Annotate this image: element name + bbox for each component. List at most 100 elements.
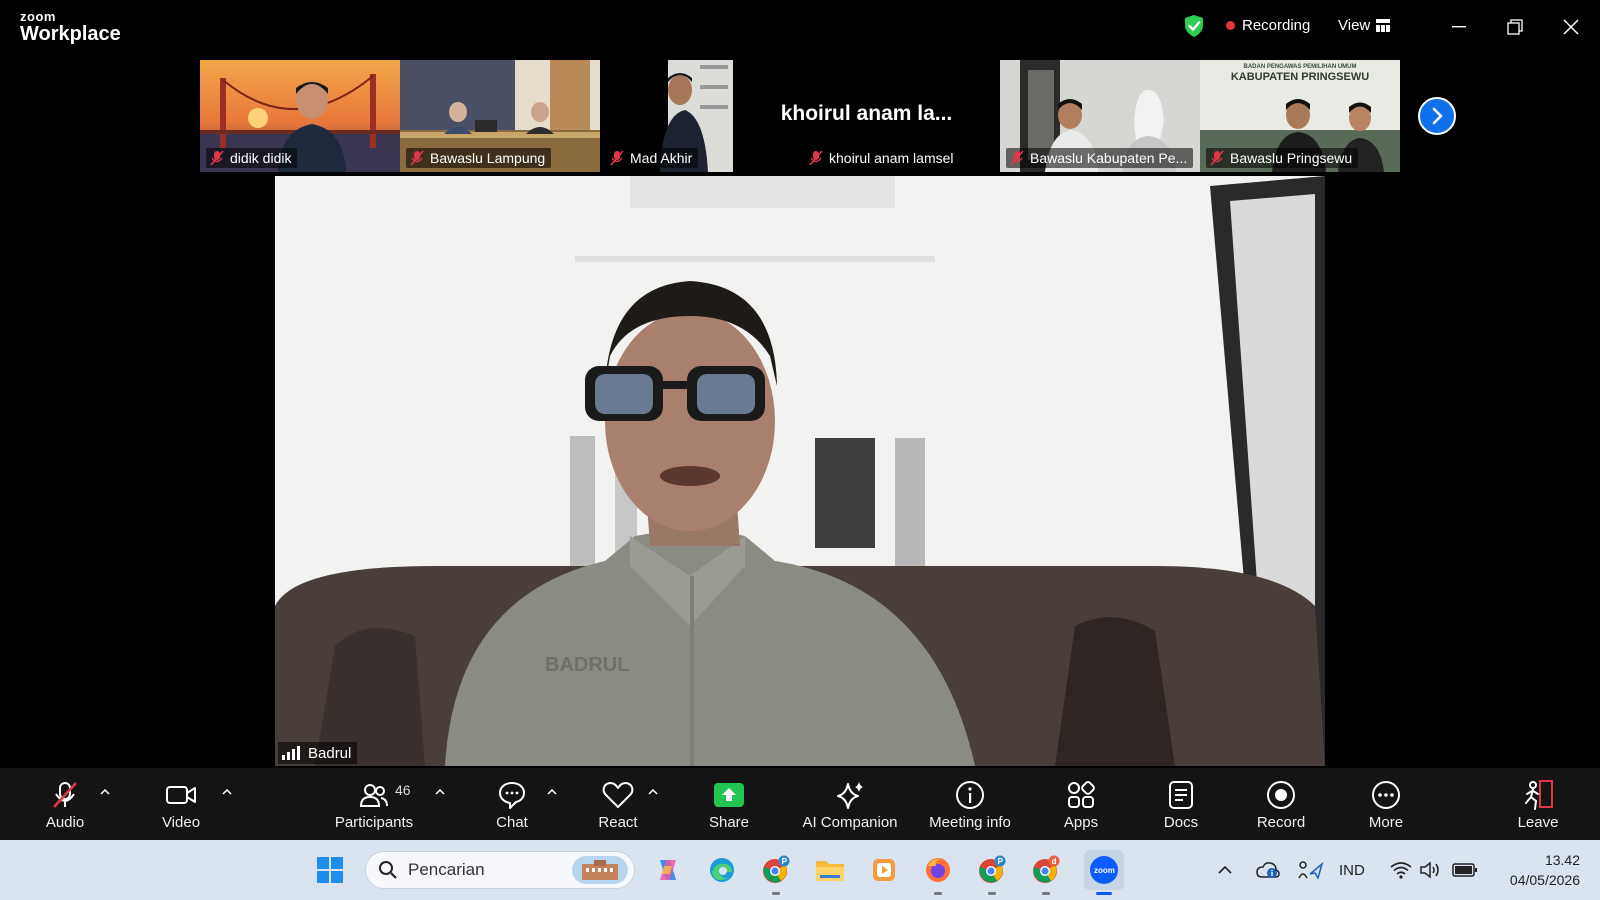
grid-view-icon — [1376, 19, 1391, 32]
copilot-icon[interactable] — [652, 854, 684, 886]
participants-label: Participants — [334, 814, 414, 831]
taskbar-search-box[interactable]: Pencarian — [365, 851, 635, 889]
participant-thumbnail-strip: didik didik Bawaslu Lampung Mad Akhir kh… — [200, 60, 1400, 172]
recording-indicator[interactable]: Recording — [1226, 17, 1310, 34]
document-icon — [1169, 781, 1193, 809]
video-options-chevron-up-icon[interactable] — [220, 786, 234, 798]
chat-bubble-icon — [499, 782, 525, 809]
participant-name-label: khoirul anam lamsel — [805, 148, 960, 168]
input-language[interactable]: IND — [1339, 854, 1365, 886]
view-label: View — [1338, 17, 1371, 34]
search-highlight-building-icon — [572, 856, 628, 884]
participant-tile[interactable]: khoirul anam la... khoirul anam lamsel — [733, 60, 1000, 172]
taskbar-clock[interactable]: 13.42 04/05/2026 — [1490, 850, 1580, 890]
media-player-icon[interactable] — [868, 854, 900, 886]
app-running-indicator — [988, 892, 996, 895]
mic-muted-icon — [410, 150, 424, 166]
recording-dot-icon — [1226, 21, 1235, 30]
title-bar: zoom Workplace Recording View — [0, 0, 1600, 56]
more-dots-icon — [1372, 781, 1400, 809]
participants-icon — [359, 784, 388, 807]
chrome-profile-p-icon[interactable]: P — [760, 854, 792, 886]
speaker-video-image: BADRUL — [275, 176, 1325, 766]
leave-button[interactable]: Leave — [1512, 768, 1564, 840]
record-icon — [1267, 781, 1295, 809]
close-button[interactable] — [1558, 14, 1584, 40]
app-running-indicator — [772, 892, 780, 895]
participant-name: didik didik — [230, 150, 292, 166]
volume-icon[interactable] — [1420, 854, 1442, 886]
react-label: React — [598, 814, 638, 831]
audio-button[interactable]: Audio — [36, 768, 94, 840]
pen-location-icon[interactable] — [1296, 854, 1324, 886]
info-icon — [956, 781, 984, 809]
security-shield-icon[interactable] — [1183, 14, 1205, 38]
view-button[interactable]: View — [1338, 17, 1391, 34]
svg-text:BADRUL: BADRUL — [545, 654, 629, 676]
recording-label: Recording — [1242, 17, 1311, 34]
sparkle-icon — [837, 782, 863, 809]
app-active-indicator — [1096, 892, 1112, 895]
minimize-button[interactable] — [1446, 14, 1472, 40]
meeting-toolbar: Audio Video Participants 46 Chat React S… — [0, 768, 1600, 840]
ai-companion-label: AI Companion — [802, 814, 898, 831]
edge-browser-icon[interactable] — [706, 854, 738, 886]
chrome-profile-d-icon[interactable]: d — [1030, 854, 1062, 886]
speaker-name: Badrul — [308, 744, 352, 762]
firefox-icon[interactable] — [922, 854, 954, 886]
participants-options-chevron-up-icon[interactable] — [433, 786, 447, 798]
participant-tile[interactable]: didik didik — [200, 60, 400, 172]
video-camera-icon — [166, 786, 196, 804]
docs-button[interactable]: Docs — [1156, 768, 1206, 840]
leave-label: Leave — [1517, 814, 1559, 831]
share-button[interactable]: Share — [702, 768, 756, 840]
mic-muted-icon — [1010, 150, 1024, 166]
participant-name-label: Mad Akhir — [606, 148, 699, 168]
participant-tile[interactable]: Mad Akhir — [600, 60, 733, 172]
svg-text:P: P — [998, 857, 1004, 866]
participants-button[interactable]: Participants — [330, 768, 418, 840]
wifi-icon[interactable] — [1390, 854, 1412, 886]
zoom-taskbar-icon[interactable]: zoom — [1084, 850, 1124, 890]
svg-text:P: P — [782, 857, 788, 866]
chat-label: Chat — [496, 814, 528, 831]
record-button[interactable]: Record — [1252, 768, 1310, 840]
logo-zoom-text: zoom — [20, 9, 56, 24]
video-button[interactable]: Video — [150, 768, 212, 840]
leave-door-icon — [1525, 780, 1553, 810]
heart-icon — [602, 782, 634, 808]
participant-name-label: Bawaslu Lampung — [406, 148, 552, 168]
participant-tile[interactable]: Bawaslu Kabupaten Pe... — [1000, 60, 1200, 172]
apps-label: Apps — [1063, 814, 1099, 831]
react-options-chevron-up-icon[interactable] — [646, 786, 660, 798]
apps-button[interactable]: Apps — [1055, 768, 1107, 840]
restore-button[interactable] — [1502, 14, 1528, 40]
more-button[interactable]: More — [1360, 768, 1412, 840]
ai-companion-button[interactable]: AI Companion — [800, 768, 900, 840]
file-explorer-icon[interactable] — [814, 854, 846, 886]
chevron-right-icon — [1432, 107, 1443, 125]
windows-start-icon[interactable] — [314, 854, 346, 886]
audio-options-chevron-up-icon[interactable] — [98, 786, 112, 798]
show-hidden-icons-chevron-up-icon[interactable] — [1218, 854, 1232, 886]
speaker-name-label: Badrul — [278, 742, 358, 764]
participant-name: Bawaslu Lampung — [430, 150, 546, 166]
participants-count: 46 — [395, 782, 411, 798]
participant-display-name: khoirul anam la... — [780, 102, 953, 125]
chat-options-chevron-up-icon[interactable] — [545, 786, 559, 798]
battery-icon[interactable] — [1452, 854, 1478, 886]
participant-name-label: didik didik — [206, 148, 298, 168]
cloud-info-icon[interactable] — [1256, 854, 1280, 886]
search-icon — [379, 861, 397, 879]
meeting-info-button[interactable]: Meeting info — [920, 768, 1020, 840]
participant-tile[interactable]: Bawaslu Lampung — [400, 60, 600, 172]
react-button[interactable]: React — [590, 768, 646, 840]
next-page-button[interactable] — [1418, 97, 1456, 135]
participant-tile[interactable]: BADAN PENGAWAS PEMILIHAN UMUM KABUPATEN … — [1200, 60, 1400, 172]
chat-button[interactable]: Chat — [487, 768, 537, 840]
chrome-profile-p2-icon[interactable]: P — [976, 854, 1008, 886]
participant-name-label: Bawaslu Pringsewu — [1206, 148, 1359, 168]
app-running-indicator — [934, 892, 942, 895]
share-screen-icon — [714, 783, 744, 807]
signal-strength-icon — [282, 746, 302, 760]
